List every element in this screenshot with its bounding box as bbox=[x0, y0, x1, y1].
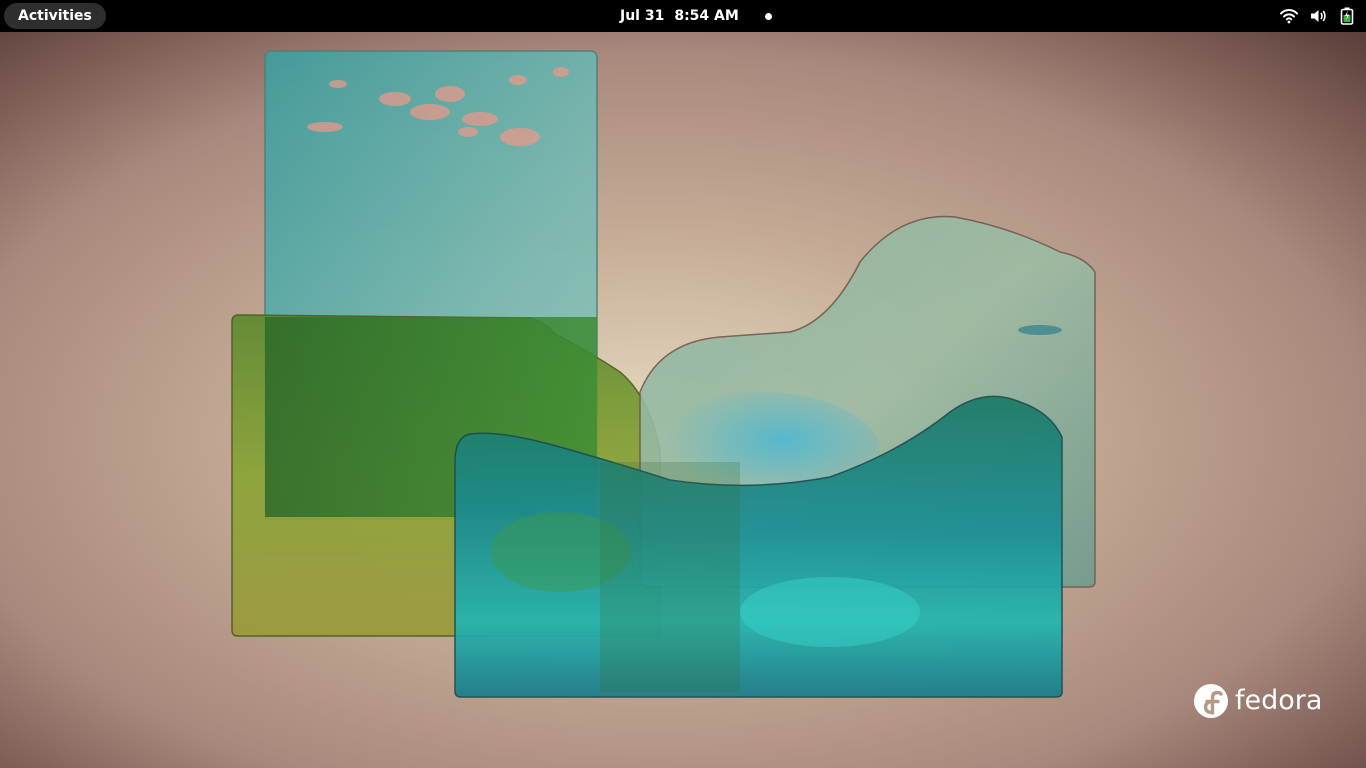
top-bar: Activities Jul 31 8:54 AM bbox=[0, 0, 1366, 32]
fedora-wordmark: fedora bbox=[1235, 685, 1323, 716]
activities-button[interactable]: Activities bbox=[4, 3, 106, 29]
desktop-wallpaper bbox=[0, 32, 1366, 768]
time-label: 8:54 AM bbox=[674, 8, 739, 24]
fedora-logo-icon bbox=[1194, 684, 1228, 718]
clock-button[interactable]: Jul 31 8:54 AM bbox=[610, 0, 782, 32]
wifi-icon bbox=[1280, 8, 1298, 24]
date-label: Jul 31 bbox=[620, 8, 665, 24]
volume-icon bbox=[1310, 8, 1328, 24]
notification-dot-icon bbox=[764, 12, 772, 20]
battery-icon bbox=[1340, 7, 1354, 25]
fedora-logo: fedora bbox=[1193, 683, 1322, 719]
system-status-menu[interactable] bbox=[1280, 0, 1354, 32]
